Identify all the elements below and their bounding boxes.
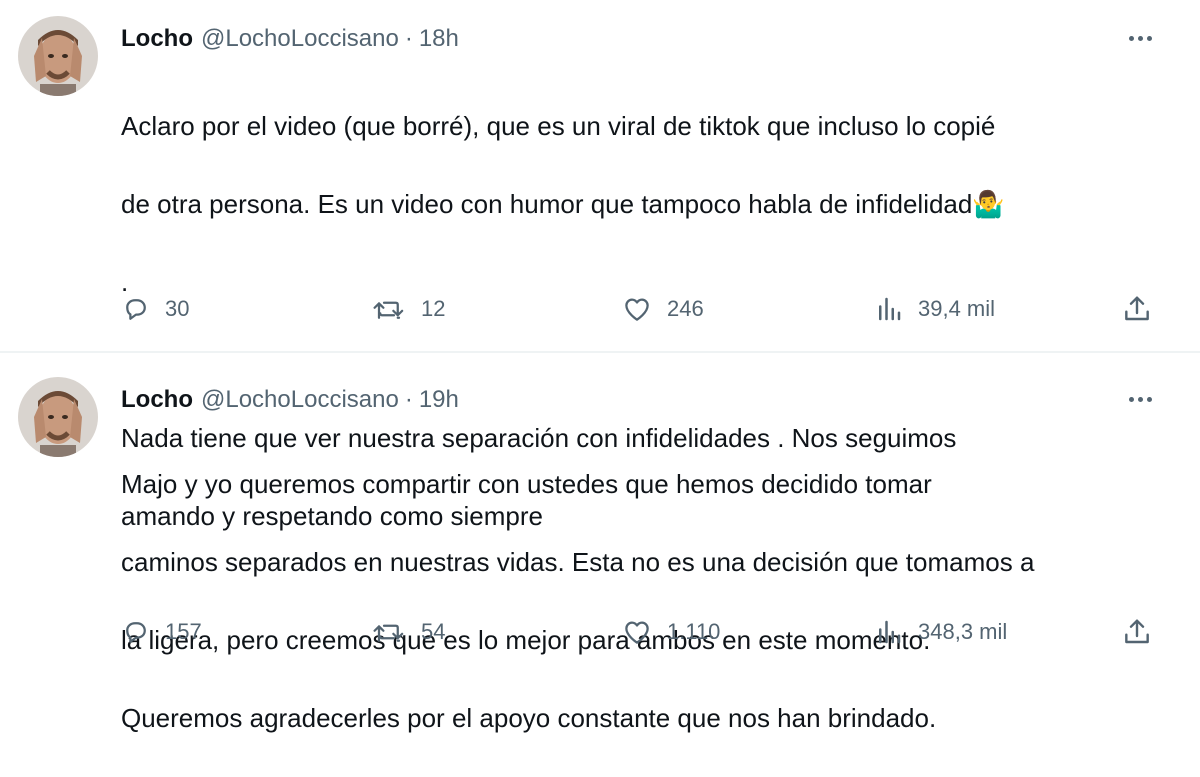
like-count: 246	[667, 296, 704, 321]
heart-icon	[621, 617, 653, 647]
views-icon	[874, 294, 904, 324]
tweet-text-line: Queremos agradecerles por el apoyo const…	[121, 703, 937, 733]
reply-icon	[121, 294, 151, 324]
tweet[interactable]: Locho @LochoLoccisano · 18h Aclaro por e…	[0, 0, 1200, 531]
author-handle[interactable]: @LochoLoccisano	[201, 386, 399, 414]
reply-count: 157	[165, 619, 202, 644]
author-handle[interactable]: @LochoLoccisano	[201, 25, 399, 53]
tweet-text-line: Aclaro por el video (que borré), que es …	[121, 111, 996, 141]
timestamp[interactable]: 18h	[419, 25, 459, 53]
views-icon	[874, 617, 904, 647]
retweet-button[interactable]: 54	[371, 614, 445, 650]
like-button[interactable]: 246	[621, 291, 704, 327]
retweet-button[interactable]: 12	[371, 291, 445, 327]
tweet[interactable]: Locho @LochoLoccisano · 19h Majo y yo qu…	[0, 353, 1200, 733]
retweet-count: 12	[421, 296, 446, 321]
tweet-text-line: caminos separados en nuestras vidas. Est…	[121, 547, 1035, 577]
like-count: 1.110	[667, 619, 721, 644]
author-name[interactable]: Locho	[121, 386, 193, 414]
reply-button[interactable]: 157	[121, 614, 202, 650]
share-icon	[1121, 616, 1153, 648]
tweet-text-line: Majo y yo queremos compartir con ustedes…	[121, 469, 932, 499]
retweet-icon	[371, 617, 407, 647]
views-count: 348,3 mil	[918, 619, 1008, 644]
reply-icon	[121, 617, 151, 647]
views-button[interactable]: 348,3 mil	[874, 614, 1007, 650]
reply-button[interactable]: 30	[121, 291, 189, 327]
share-button[interactable]	[1121, 291, 1153, 327]
tweet-header: Locho @LochoLoccisano · 19h	[121, 383, 459, 417]
like-button[interactable]: 1.110	[621, 614, 720, 650]
more-icon[interactable]	[1122, 28, 1158, 48]
reply-count: 30	[165, 296, 190, 321]
action-bar: 30 12 246 39,4 mil	[121, 291, 1161, 327]
share-button[interactable]	[1121, 614, 1153, 650]
author-name[interactable]: Locho	[121, 25, 193, 53]
avatar[interactable]	[18, 16, 98, 96]
tweet-header: Locho @LochoLoccisano · 18h	[121, 22, 459, 56]
more-icon[interactable]	[1122, 389, 1158, 409]
retweet-icon	[371, 294, 407, 324]
tweet-text-line: de otra persona. Es un video con humor q…	[121, 189, 1005, 219]
views-button[interactable]: 39,4 mil	[874, 291, 995, 327]
share-icon	[1121, 293, 1153, 325]
avatar[interactable]	[18, 377, 98, 457]
action-bar: 157 54 1.110 348,3 mil	[121, 614, 1161, 650]
views-count: 39,4 mil	[918, 296, 996, 321]
tweet-text: Majo y yo queremos compartir con ustedes…	[121, 426, 1171, 777]
retweet-count: 54	[421, 619, 446, 644]
separator-dot: ·	[404, 386, 413, 413]
separator-dot: ·	[404, 25, 413, 52]
heart-icon	[621, 294, 653, 324]
timestamp[interactable]: 19h	[419, 386, 459, 414]
